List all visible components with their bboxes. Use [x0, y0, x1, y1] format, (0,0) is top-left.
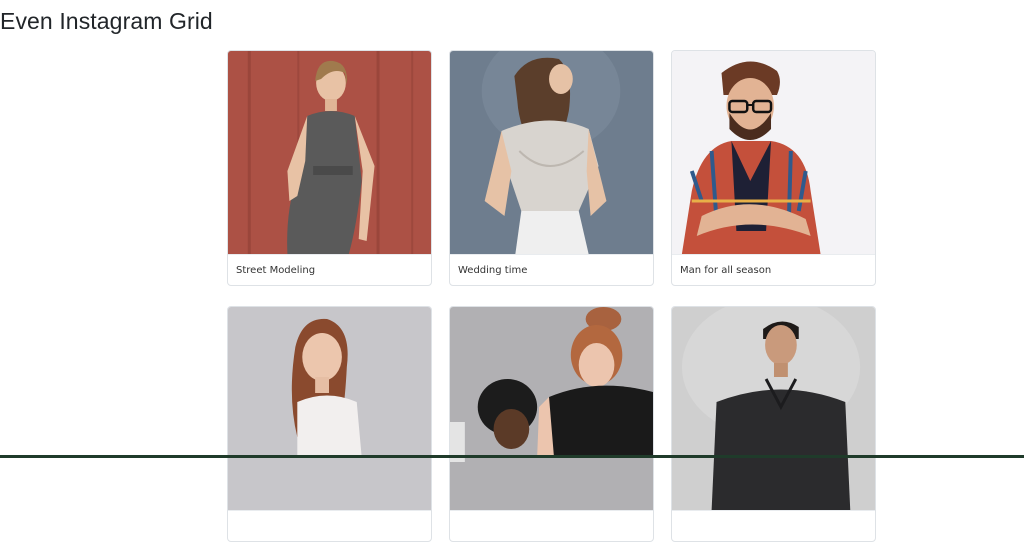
- card-caption: Wedding time: [450, 254, 653, 285]
- card-caption: [228, 510, 431, 541]
- photo-grid: Street Modeling Wedding time Man for all…: [227, 50, 877, 542]
- card-photo[interactable]: [228, 51, 431, 254]
- card-caption: Street Modeling: [228, 254, 431, 285]
- card-photo[interactable]: [450, 51, 653, 254]
- photo-card[interactable]: [227, 306, 432, 542]
- card-photo[interactable]: [228, 307, 431, 510]
- card-photo[interactable]: [672, 307, 875, 510]
- photo-card[interactable]: Street Modeling: [227, 50, 432, 286]
- photo-card[interactable]: Wedding time: [449, 50, 654, 286]
- card-caption: [672, 510, 875, 541]
- card-photo[interactable]: [450, 307, 653, 510]
- photo-card[interactable]: [671, 306, 876, 542]
- card-caption: [450, 510, 653, 541]
- card-caption: Man for all season: [672, 254, 875, 285]
- page-title: Even Instagram Grid: [0, 8, 213, 34]
- photo-card[interactable]: [449, 306, 654, 542]
- photo-card[interactable]: Man for all season: [671, 50, 876, 286]
- card-photo[interactable]: [672, 51, 875, 254]
